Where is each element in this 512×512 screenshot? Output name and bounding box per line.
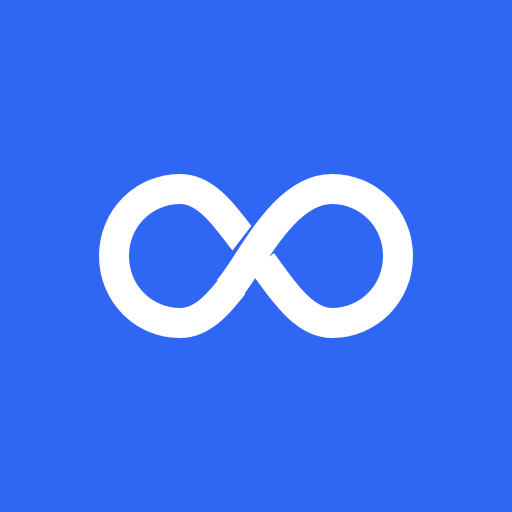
infinity-icon: [98, 173, 414, 339]
infinity-right-loop: [216, 173, 414, 339]
app-icon: [0, 0, 512, 512]
